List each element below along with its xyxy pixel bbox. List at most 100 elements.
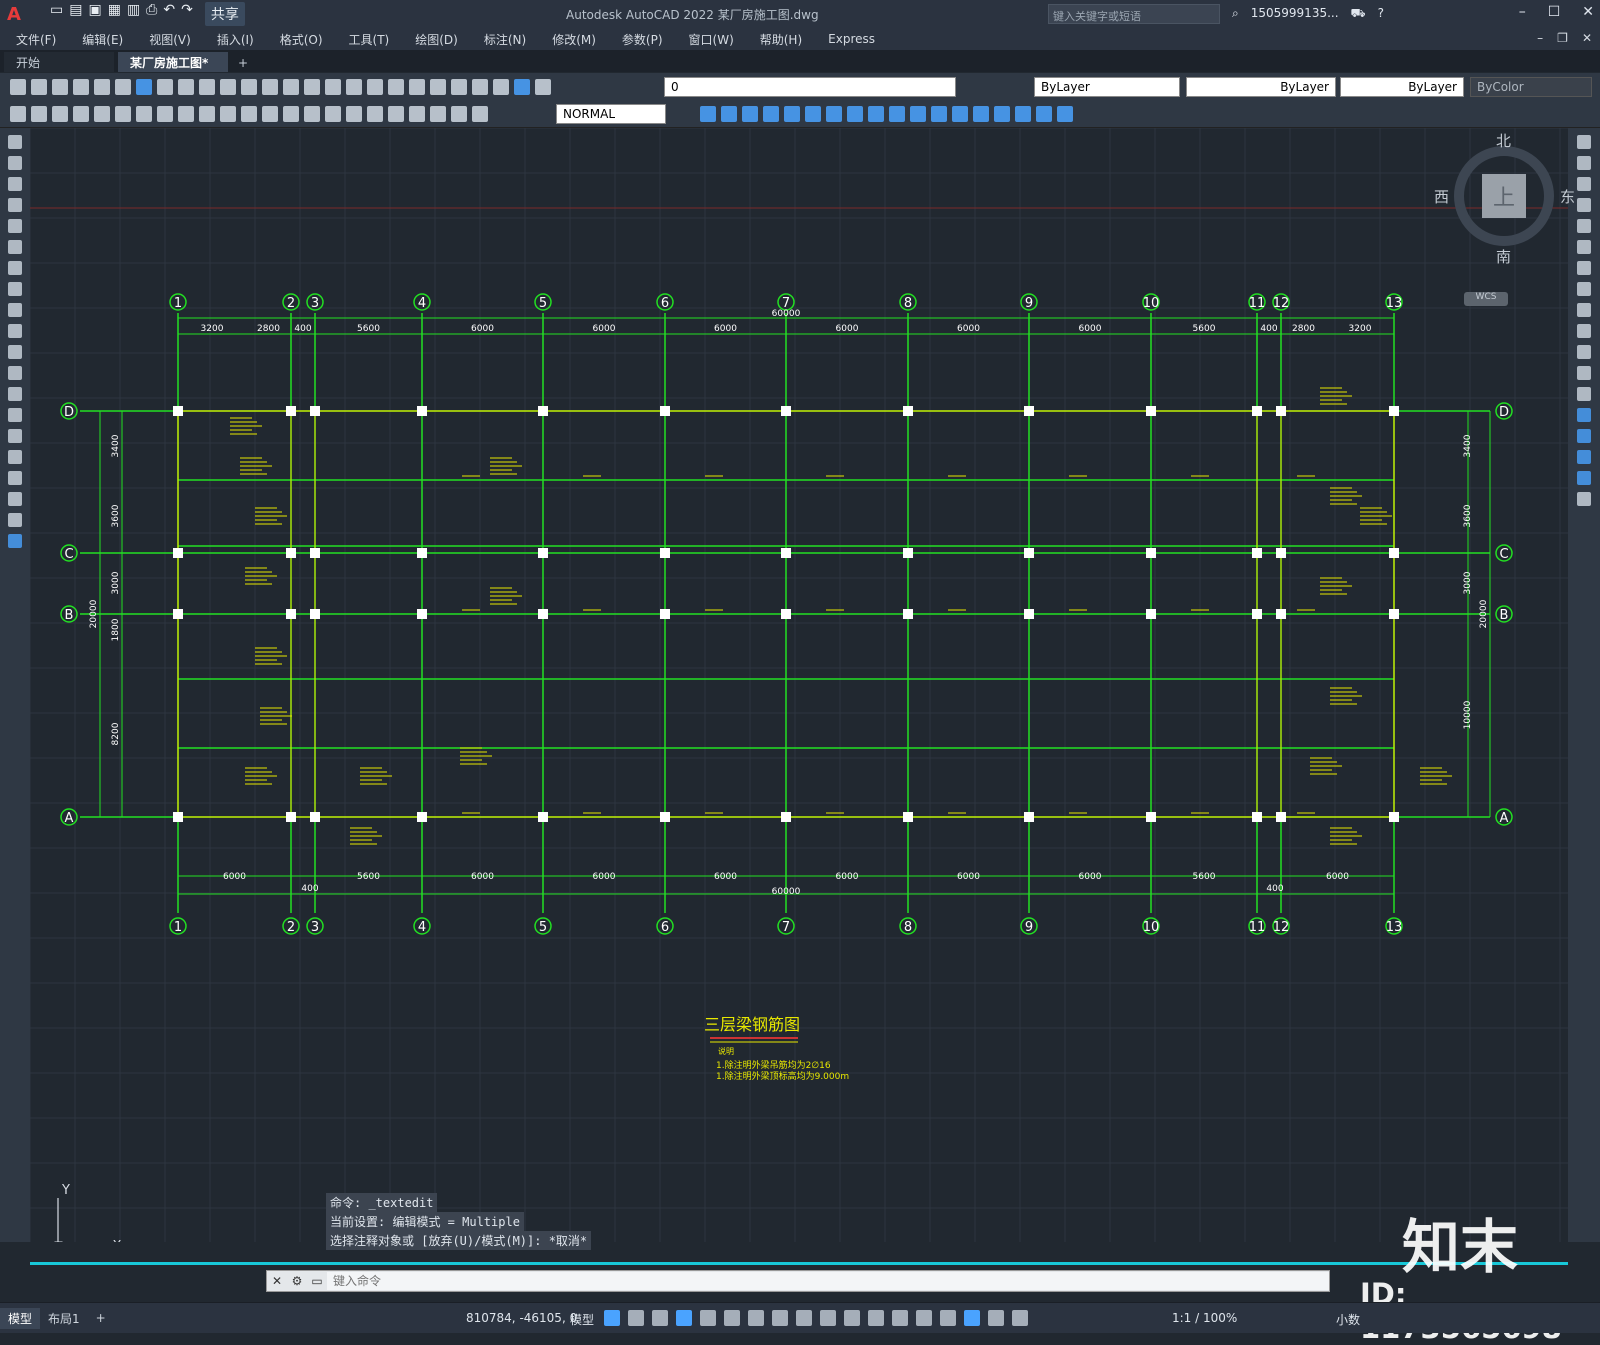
coordinates-readout[interactable]: 810784, -46105, 0 [466, 1311, 577, 1325]
mod-m-icon[interactable] [952, 106, 968, 122]
inspect-icon[interactable] [388, 106, 404, 122]
blend-icon[interactable] [1577, 471, 1591, 485]
recent-commands-icon[interactable]: ▭ [307, 1274, 327, 1288]
compass-east[interactable]: 东 [1560, 186, 1575, 207]
mod-i-icon[interactable] [868, 106, 884, 122]
dim-update-icon[interactable] [472, 106, 488, 122]
mod-n-icon[interactable] [973, 106, 989, 122]
minimize-icon[interactable]: – [1519, 4, 1526, 20]
compass-south[interactable]: 南 [1496, 246, 1511, 267]
transparency-icon[interactable] [820, 1310, 836, 1326]
paste-icon[interactable] [199, 79, 215, 95]
dynucs-icon[interactable] [892, 1310, 908, 1326]
dim-space-icon[interactable] [304, 106, 320, 122]
gradient-icon[interactable] [8, 450, 22, 464]
doc-close-icon[interactable]: ✕ [1582, 31, 1592, 45]
menu-edit[interactable]: 编辑(E) [82, 31, 123, 48]
infer-icon[interactable] [652, 1310, 668, 1326]
mod-r-icon[interactable] [1057, 106, 1073, 122]
viewcube[interactable]: 上 北 南 东 西 [1434, 132, 1575, 276]
annotation-scale-icon[interactable] [1012, 1310, 1028, 1326]
user-name[interactable]: 1505999135... [1251, 6, 1339, 22]
wcs-menu[interactable]: WCS [1464, 292, 1508, 306]
line-icon[interactable] [8, 135, 22, 149]
doc-minimize-icon[interactable]: – [1537, 31, 1543, 45]
dimstyle-dropdown[interactable]: NORMAL [556, 104, 666, 124]
break-icon[interactable] [1577, 387, 1591, 401]
mod-p-icon[interactable] [1015, 106, 1031, 122]
maximize-icon[interactable]: ☐ [1548, 4, 1561, 20]
new-icon[interactable]: ▭ [50, 2, 63, 26]
mod-k-icon[interactable] [910, 106, 926, 122]
plotstyle-dropdown[interactable]: ByColor [1470, 77, 1592, 97]
mod-a-icon[interactable] [700, 106, 716, 122]
insert-block-icon[interactable] [8, 366, 22, 380]
dim-radius-icon[interactable] [157, 106, 173, 122]
quick-dim-icon[interactable] [241, 106, 257, 122]
gizmo-icon[interactable] [940, 1310, 956, 1326]
chamfer-icon[interactable] [1577, 429, 1591, 443]
model-space-button[interactable]: 模型 [570, 1311, 594, 1328]
zoom-realtime-icon[interactable] [325, 79, 341, 95]
linetype-dropdown[interactable]: ByLayer [1186, 77, 1336, 97]
offset-icon[interactable] [1577, 198, 1591, 212]
match-prop-icon[interactable] [220, 79, 236, 95]
hatch-icon[interactable] [8, 429, 22, 443]
search-icon[interactable]: ⌕ [1232, 6, 1239, 22]
properties-icon[interactable] [388, 79, 404, 95]
annotation-scale[interactable]: 1:1 / 100% [1172, 1311, 1237, 1325]
snap-icon[interactable] [628, 1310, 644, 1326]
tab-layout1[interactable]: 布局1 [40, 1308, 88, 1329]
otrack-icon[interactable] [748, 1310, 764, 1326]
polar-icon[interactable] [700, 1310, 716, 1326]
move-icon[interactable] [1577, 240, 1591, 254]
menu-format[interactable]: 格式(O) [280, 31, 323, 48]
mod-f-icon[interactable] [805, 106, 821, 122]
menu-draw[interactable]: 绘图(D) [415, 31, 458, 48]
drawing-canvas[interactable]: 1 1 2 2 3 3 4 4 5 5 6 6 7 7 8 8 9 9 10 10 11 11 12 12 13 13 D D C C B B… [30, 128, 1568, 1242]
mod-h-icon[interactable] [847, 106, 863, 122]
explode-icon[interactable] [1577, 492, 1591, 506]
dim-aligned-icon[interactable] [94, 106, 110, 122]
mtext-icon[interactable] [8, 513, 22, 527]
undo-icon[interactable] [262, 79, 278, 95]
grid-icon[interactable] [604, 1310, 620, 1326]
copy-obj-icon[interactable] [1577, 156, 1591, 170]
construction-line-icon[interactable] [8, 156, 22, 170]
dim-edit-icon[interactable] [430, 106, 446, 122]
lineweight-dropdown[interactable]: ByLayer [1340, 77, 1464, 97]
extend-icon[interactable] [1577, 345, 1591, 359]
mod-e-icon[interactable] [784, 106, 800, 122]
plot-icon[interactable] [73, 79, 89, 95]
cloud-icon[interactable] [136, 79, 152, 95]
customize-icon[interactable]: ⚙ [287, 1274, 307, 1288]
preview-icon[interactable] [94, 79, 110, 95]
cut-icon[interactable] [157, 79, 173, 95]
layer-dropdown[interactable]: 0 [664, 77, 956, 97]
sheet-set-icon[interactable] [451, 79, 467, 95]
selection-filter-icon[interactable] [916, 1310, 932, 1326]
table-icon[interactable] [8, 492, 22, 506]
doc-restore-icon[interactable]: ❐ [1557, 31, 1568, 45]
dim-baseline-icon[interactable] [262, 106, 278, 122]
units-button[interactable]: 小数 [1336, 1311, 1360, 1328]
break-point-icon[interactable] [1577, 366, 1591, 380]
menu-file[interactable]: 文件(F) [16, 31, 56, 48]
make-block-icon[interactable] [8, 387, 22, 401]
tab-drawing[interactable]: 某厂房施工图* [118, 52, 228, 72]
ellipse-icon[interactable] [8, 324, 22, 338]
menu-insert[interactable]: 插入(I) [217, 31, 254, 48]
region-icon[interactable] [8, 471, 22, 485]
join-icon[interactable] [1577, 408, 1591, 422]
help-icon[interactable] [514, 79, 530, 95]
color-dropdown[interactable]: ByLayer [1034, 77, 1180, 97]
annotation-visibility-icon[interactable] [964, 1310, 980, 1326]
tab-start[interactable]: 开始 [4, 52, 114, 72]
redo-icon[interactable] [283, 79, 299, 95]
dim-jogged-icon[interactable] [178, 106, 194, 122]
calculator-icon[interactable] [493, 79, 509, 95]
menu-parametric[interactable]: 参数(P) [622, 31, 663, 48]
share-button[interactable]: 共享 [204, 2, 245, 26]
erase-icon[interactable] [1577, 135, 1591, 149]
rectangle-icon[interactable] [8, 219, 22, 233]
